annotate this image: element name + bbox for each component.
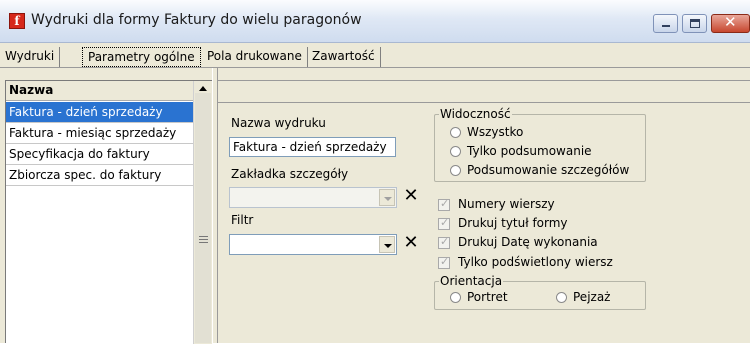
maximize-icon [690,19,700,28]
checkbox[interactable]: ✓ [438,197,450,211]
chevron-down-icon [384,197,392,201]
check-icon: ✓ [440,235,450,248]
scroll-up-icon[interactable] [199,86,207,91]
filter-label: Filtr [231,213,254,227]
radio-button[interactable] [450,127,461,138]
check-icon: ✓ [440,216,450,229]
list-header-nazwa[interactable]: Nazwa [6,81,193,101]
scrollbar-thumb[interactable] [195,93,211,343]
details-tab-label: Zakładka szczegóły [231,167,349,181]
radio-button[interactable] [556,292,567,303]
visibility-caption: Widoczność [439,107,512,121]
radio-label: Pejzaż [573,290,611,304]
check-icon: ✓ [440,255,450,268]
clear-details-tab-icon[interactable]: ✕ [403,187,419,205]
filter-select[interactable] [229,234,397,255]
checkbox[interactable]: ✓ [438,255,450,269]
list-item[interactable]: Specyfikacja do faktury [6,144,193,165]
checkbox[interactable]: ✓ [438,235,450,249]
details-tab-select[interactable] [229,187,397,208]
checkbox-label: Drukuj Datę wykonania [458,235,598,249]
divider [218,80,750,81]
print-settings-window: f Wydruki dla formy Faktury do wielu par… [0,0,750,344]
list-item[interactable]: Faktura - miesiąc sprzedaży [6,123,193,144]
tab-zawartosc[interactable]: Zawartość [307,47,381,67]
radio-label: Wszystko [467,125,524,139]
checkbox-label: Drukuj tytuł formy [458,216,568,230]
panel-splitter[interactable] [212,68,218,343]
minimize-icon [662,25,670,27]
orientation-group: Orientacja Portret Pejzaż [434,274,646,310]
list-item[interactable]: Faktura - dzień sprzedaży [6,102,193,123]
radio-button[interactable] [450,292,461,303]
tab-parametry-ogolne[interactable]: Parametry ogólne [82,47,201,67]
divider [218,102,750,103]
visibility-group: Widoczność Wszystko Tylko podsumowanie P… [434,107,646,182]
grip-icon [199,236,208,243]
radio-button[interactable] [450,165,461,176]
tab-wydruki[interactable]: Wydruki [0,47,61,67]
checkbox-label: Tylko podświetlony wiersz [458,255,613,269]
checkbox-label: Numery wierszy [458,197,555,211]
chevron-down-icon [384,244,392,248]
check-icon: ✓ [440,197,450,210]
radio-label: Tylko podsumowanie [467,144,592,158]
minimize-button[interactable] [653,14,678,33]
orientation-caption: Orientacja [439,274,504,288]
title-bar[interactable]: f Wydruki dla formy Faktury do wielu par… [0,0,750,43]
tab-pola-drukowane[interactable]: Pola drukowane [202,47,308,67]
dropdown-button[interactable] [379,189,395,206]
radio-label: Portret [467,290,508,304]
close-icon: ✕ [724,13,737,31]
close-button[interactable]: ✕ [711,13,750,33]
radio-label: Podsumowanie szczegółów [467,163,630,177]
print-name-input[interactable]: Faktura - dzień sprzedaży [229,137,396,157]
checkbox[interactable]: ✓ [438,216,450,230]
print-list: Nazwa Faktura - dzień sprzedaży Faktura … [5,80,212,344]
clear-filter-icon[interactable]: ✕ [403,234,419,252]
tab-bar: Wydruki Parametry ogólne Pola drukowane … [0,43,750,68]
list-scrollbar[interactable] [193,81,212,344]
window-title: Wydruki dla formy Faktury do wielu parag… [31,12,362,28]
print-name-label: Nazwa wydruku [231,116,326,130]
maximize-button[interactable] [682,14,707,33]
app-icon: f [9,13,25,29]
dropdown-button[interactable] [379,236,395,253]
radio-button[interactable] [450,146,461,157]
list-item[interactable]: Zbiorcza spec. do faktury [6,165,193,186]
